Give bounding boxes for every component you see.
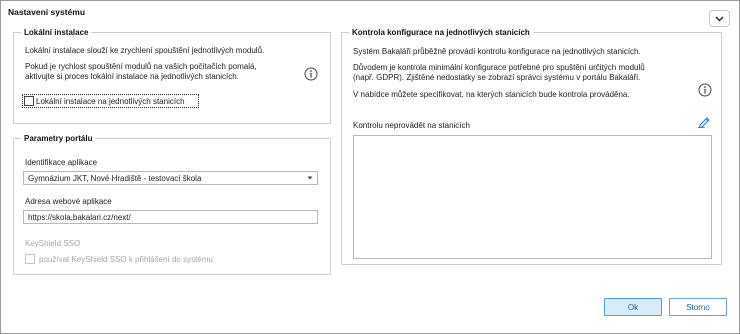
config-check-description: Systém Bakaláři průběžně provádí kontrol… [353,47,641,56]
collapse-button[interactable] [709,10,730,27]
local-install-checkbox[interactable] [24,96,34,106]
web-address-value: https://skola.bakalari.cz/next/ [28,213,131,222]
local-install-description: Lokální instalace slouží ke zrychlení sp… [25,46,265,55]
local-install-checkbox-label[interactable]: Lokální instalace na jednotlivých stanic… [36,97,185,107]
config-check-legend: Kontrola konfigurace na jednotlivých sta… [352,28,530,37]
keyshield-checkbox-label[interactable]: používat KeyShield SSO k přihlášení do s… [39,255,213,265]
app-id-value: Gymnázium JKT, Nové Hradiště - testovací… [28,174,202,183]
local-install-hint-line2: aktivujte si proces lokální instalace na… [25,72,239,81]
chevron-down-icon [715,16,724,21]
config-check-menu-hint: V nabídce můžete specifikovat, na kterýc… [353,90,630,99]
info-icon[interactable] [698,83,712,97]
settings-dialog: Nastavení systému Lokální instalace Loká… [0,0,740,334]
keyshield-checkbox[interactable] [25,254,35,264]
local-install-legend: Lokální instalace [24,28,89,37]
keyshield-label: KeyShield SSO [25,239,81,248]
config-check-reason-line2: (např. GDPR). Zjištěné nedostatky se zob… [353,73,641,82]
app-id-select[interactable]: Gymnázium JKT, Nové Hradiště - testovací… [23,171,318,185]
exclude-stations-list[interactable] [353,135,712,259]
cancel-button[interactable]: Storno [669,298,727,316]
dialog-title: Nastavení systému [8,7,86,17]
web-address-label: Adresa webové aplikace [25,197,112,206]
edit-pencil-icon[interactable] [697,116,711,128]
exclude-stations-label: Kontrolu neprovádět na stanicích [353,121,470,130]
info-icon[interactable] [304,67,318,81]
local-install-hint-line1: Pokud je rychlost spouštění modulů na va… [25,62,257,71]
ok-button[interactable]: Ok [604,298,662,316]
portal-params-legend: Parametry portálu [24,134,93,143]
dropdown-arrow-icon [307,176,313,180]
web-address-input[interactable]: https://skola.bakalari.cz/next/ [23,210,318,224]
config-check-reason-line1: Důvodem je kontrola minimální konfigurac… [353,63,645,72]
app-id-label: Identifikace aplikace [25,158,98,167]
